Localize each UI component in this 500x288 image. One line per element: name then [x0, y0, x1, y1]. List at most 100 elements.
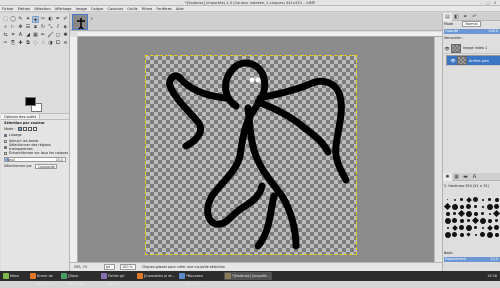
brush-preset[interactable]	[493, 196, 500, 203]
layer-row[interactable]: 👁 Arrière-plan	[446, 55, 500, 66]
zoom-dropdown[interactable]: 100 %	[120, 264, 136, 270]
transparent-checkbox[interactable]	[4, 145, 7, 149]
brush-preset[interactable]	[471, 216, 480, 225]
vertical-scrollbar[interactable]	[434, 37, 442, 262]
brush-preset[interactable]	[472, 196, 479, 203]
brush-preset[interactable]	[486, 203, 493, 210]
brush-preset[interactable]	[465, 224, 472, 231]
brush-preset[interactable]	[472, 231, 479, 238]
fuzzy-select-icon[interactable]: ✦	[25, 16, 32, 23]
airbrush-icon[interactable]: ✺	[62, 32, 69, 39]
brush-preset[interactable]	[451, 196, 458, 203]
perspective-icon[interactable]: ⬖	[62, 24, 69, 31]
brush-preset[interactable]	[444, 224, 451, 231]
brush-preset[interactable]	[486, 196, 493, 203]
visibility-eye-icon[interactable]: 👁	[443, 46, 451, 51]
brush-preset[interactable]	[458, 224, 465, 231]
zoom-icon[interactable]: ⌕	[2, 24, 9, 31]
brush-preset[interactable]	[486, 217, 493, 224]
brush-preset[interactable]	[458, 231, 465, 238]
brush-preset[interactable]	[451, 231, 458, 238]
threshold-slider[interactable]: Seuil 15,0	[4, 157, 66, 162]
canvas-area[interactable]	[78, 37, 434, 262]
paintbrush-icon[interactable]: 🖌	[47, 32, 54, 39]
close-tab-icon[interactable]: ✕	[90, 16, 93, 21]
brush-preset[interactable]	[458, 203, 465, 210]
brush-preset[interactable]	[451, 217, 458, 224]
taskbar-item[interactable]: [Invocation pi et...	[136, 272, 176, 280]
brush-preset[interactable]	[479, 231, 486, 238]
measure-icon[interactable]: ⊢	[10, 24, 17, 31]
brush-preset[interactable]	[451, 224, 458, 231]
menu-aide[interactable]: Aide	[176, 7, 184, 11]
taskbar-item[interactable]: *[Sadanse] (importé...	[224, 272, 272, 280]
mode-add-button[interactable]	[23, 127, 28, 131]
brush-preset[interactable]	[458, 217, 465, 224]
blur-icon[interactable]: ◌	[32, 40, 39, 47]
brush-preset[interactable]	[493, 203, 500, 210]
heal-icon[interactable]: ✚	[17, 40, 24, 47]
brush-preset[interactable]	[457, 209, 466, 218]
brush-preset[interactable]	[486, 231, 493, 238]
warp-icon[interactable]: ≋	[62, 40, 69, 47]
mode-subtract-button[interactable]	[28, 127, 33, 131]
pencil-icon[interactable]: ✏	[40, 32, 47, 39]
brush-spacing-slider[interactable]: Espacement 10,0	[444, 257, 500, 262]
menu-fenetres[interactable]: Fenêtres	[156, 7, 171, 11]
unified-transform-icon[interactable]: ⧠	[55, 40, 62, 47]
crop-icon[interactable]: ⧈	[32, 24, 39, 31]
brush-tag-filter[interactable]: Basic	[444, 251, 453, 256]
menu-outils[interactable]: Outils	[127, 7, 137, 11]
align-icon[interactable]: ☰	[25, 24, 32, 31]
layer-row[interactable]: 👁 Image index 1	[443, 43, 500, 54]
brush-preset[interactable]	[486, 224, 493, 231]
taskbar-item[interactable]: Menu	[2, 272, 26, 280]
brushes-tab-icon[interactable]: ✺	[443, 173, 452, 181]
visibility-eye-icon[interactable]: 👁	[449, 58, 457, 63]
clone-icon[interactable]: ⎘	[10, 40, 17, 47]
brush-preset[interactable]	[444, 210, 451, 217]
menu-selection[interactable]: Sélection	[34, 7, 51, 11]
foreground-color-swatch[interactable]	[25, 97, 36, 106]
scissors-icon[interactable]: ✂	[40, 16, 47, 23]
ink-icon[interactable]: ✑	[2, 40, 9, 47]
rect-select-icon[interactable]: ⬚	[2, 16, 9, 23]
feather-checkbox[interactable]	[4, 139, 7, 143]
sample-merged-checkbox[interactable]	[4, 151, 7, 155]
brush-preset[interactable]	[493, 224, 500, 231]
rotate-icon[interactable]: ↻	[40, 24, 47, 31]
brush-preset[interactable]	[444, 196, 451, 203]
menu-image[interactable]: Image	[76, 7, 87, 11]
move-icon[interactable]: ✥	[17, 24, 24, 31]
perspective-clone-icon[interactable]: ⧉	[25, 40, 32, 47]
brush-preset[interactable]	[444, 231, 451, 238]
brush-preset[interactable]	[444, 217, 451, 224]
brush-preset[interactable]	[493, 217, 500, 224]
menu-edition[interactable]: Édition	[18, 7, 30, 11]
undo-tab-icon[interactable]: ↶	[470, 13, 479, 21]
brush-preset[interactable]	[479, 217, 486, 224]
taskbar-item[interactable]: [Slack - FabAcade...	[60, 272, 98, 286]
mode-replace-button[interactable]	[18, 127, 23, 131]
blend-icon[interactable]: ▦	[32, 32, 39, 39]
brush-preset[interactable]	[472, 210, 479, 217]
taskbar-item[interactable]: Erreur de serveur...	[29, 272, 57, 286]
brush-preset[interactable]	[479, 224, 486, 231]
transparent-option[interactable]: Sélectionner des régions transparentes	[1, 143, 69, 151]
dodge-icon[interactable]: ◑	[47, 40, 54, 47]
brush-preset[interactable]	[472, 224, 479, 231]
brush-preset[interactable]	[479, 203, 486, 210]
foreground-select-icon[interactable]: ◐	[47, 16, 54, 23]
taskbar-item[interactable]: *Nouveau documen...	[178, 272, 222, 286]
brush-preset[interactable]	[465, 210, 472, 217]
scale-icon[interactable]: ⤡	[47, 24, 54, 31]
layers-tab-icon[interactable]: ▤	[443, 13, 452, 21]
color-select-icon[interactable]: ◈	[32, 16, 39, 23]
cage-icon[interactable]: ⌗	[10, 32, 17, 39]
patterns-tab-icon[interactable]: ▦	[452, 173, 461, 181]
brush-preset[interactable]	[479, 196, 486, 203]
menu-calque[interactable]: Calque	[91, 7, 103, 11]
brush-preset[interactable]	[465, 196, 472, 203]
eraser-icon[interactable]: ◻	[55, 32, 62, 39]
sample-merged-option[interactable]: Échantillonner sur tous les calques	[1, 150, 69, 156]
